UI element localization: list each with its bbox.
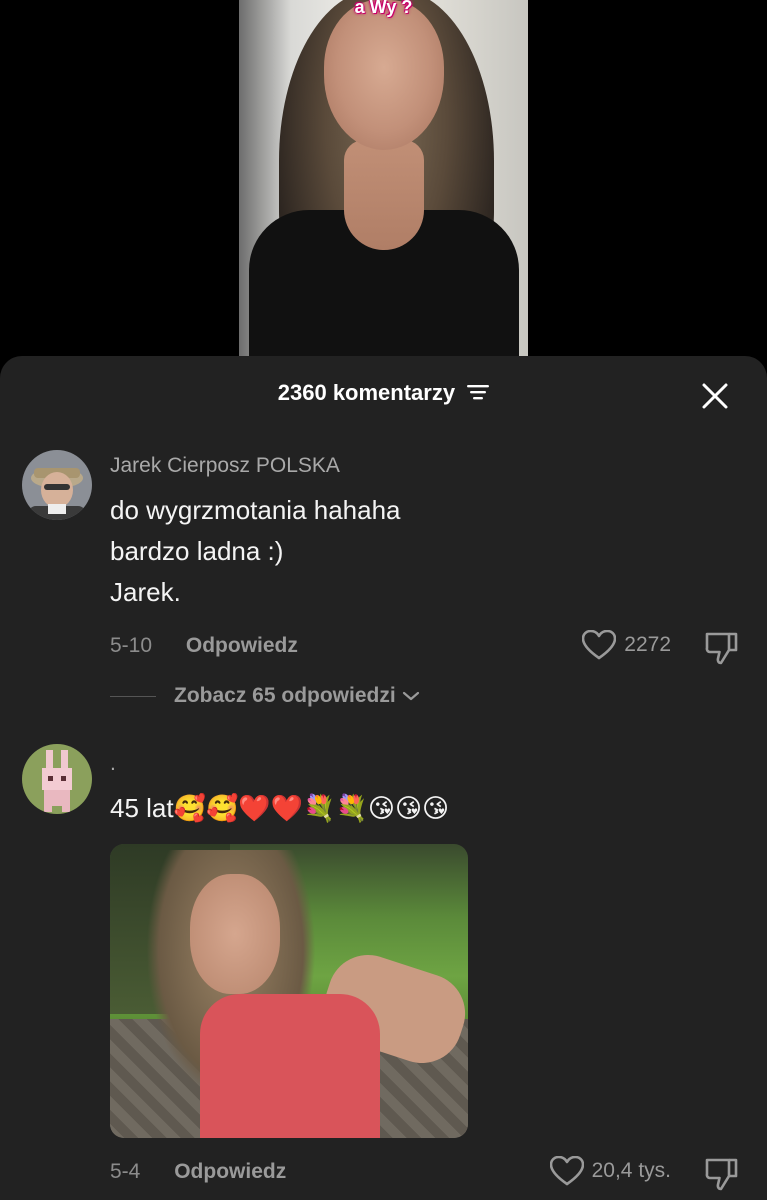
video-caption-line-2: a Wy ? [354,0,413,17]
like-button[interactable]: 20,4 tys. [549,1156,671,1186]
comment-text-line: bardzo ladna :) [110,536,284,566]
view-replies-label: Zobacz 65 odpowiedzi [174,684,396,707]
heart-icon [549,1156,584,1186]
video-preview[interactable]: a Wy ? [239,0,528,360]
video-subject-neck [344,140,424,250]
like-count: 20,4 tys. [591,1159,671,1182]
comment-text-line: do wygrzmotania hahaha [110,495,401,525]
chevron-down-icon [402,691,419,701]
comment-text: do wygrzmotania hahaha bardzo ladna :) J… [110,490,401,613]
photo-subject-top [200,994,380,1138]
photo-subject-face [190,874,280,994]
comment-text-line: Jarek. [110,577,181,607]
view-replies-button[interactable]: Zobacz 65 odpowiedzi [110,684,420,708]
comments-count-title: 2360 komentarzy [277,380,456,405]
close-icon[interactable] [699,380,731,412]
dislike-icon[interactable] [703,1156,739,1192]
heart-icon [582,630,617,660]
reply-button[interactable]: Odpowiedz [174,1160,286,1183]
dislike-icon[interactable] [703,630,739,666]
comment-date: 5-4 [110,1160,141,1183]
comment-meta: 5-4 Odpowiedz [110,1160,286,1184]
sort-lines-icon[interactable] [467,381,490,407]
comment-attached-photo[interactable] [110,844,468,1138]
avatar[interactable] [22,450,92,520]
like-count: 2272 [624,633,671,656]
comment-text: 45 lat🥰🥰❤️❤️💐💐😘😘😘 [110,793,450,823]
divider-line [110,695,156,697]
comment-meta: 5-10 Odpowiedz [110,634,298,658]
avatar[interactable] [22,744,92,814]
comments-sheet: 2360 komentarzy Jarek Cierposz POLSKA do… [0,356,767,1200]
like-button[interactable]: 2272 [582,630,671,660]
comment-author[interactable]: . [110,752,116,776]
reply-button[interactable]: Odpowiedz [186,634,298,657]
video-subject-face [324,0,444,150]
comments-header: 2360 komentarzy [0,380,767,407]
comment-author[interactable]: Jarek Cierposz POLSKA [110,454,340,478]
comment-date: 5-10 [110,634,153,657]
video-caption: a Wy ? [239,0,528,20]
